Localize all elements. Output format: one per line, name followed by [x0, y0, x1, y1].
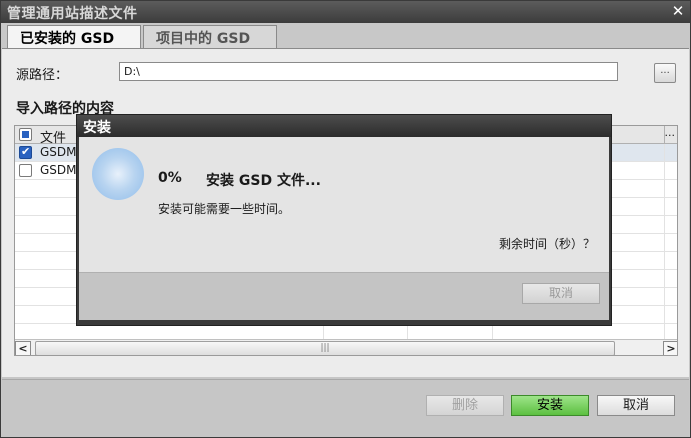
progress-dialog-actions: 取消: [79, 272, 609, 320]
progress-dialog-titlebar[interactable]: 安装: [77, 115, 611, 137]
progress-dialog-title: 安装: [83, 120, 111, 136]
progress-message: 安装 GSD 文件...: [206, 173, 321, 189]
gsd-manager-window: 管理通用站描述文件 ✕ 已安装的 GSD 项目中的 GSD 源路径： D:\ .…: [0, 0, 691, 438]
source-path-label: 源路径：: [16, 68, 69, 83]
progress-percent: 0%: [158, 170, 182, 186]
close-icon[interactable]: ✕: [668, 3, 688, 21]
scroll-thumb[interactable]: |||: [35, 341, 615, 355]
remaining-time: 剩余时间（秒）？: [498, 237, 595, 251]
scroll-right-icon[interactable]: >: [663, 341, 677, 355]
scroll-left-icon[interactable]: <: [15, 341, 31, 355]
title-bar[interactable]: 管理通用站描述文件 ✕: [1, 1, 690, 23]
busy-spinner-icon: [92, 148, 144, 200]
select-all-checkbox[interactable]: [19, 128, 32, 141]
file-name-cell: GSDM: [40, 163, 77, 177]
install-progress-dialog: 安装 0% 安装 GSD 文件... 安装可能需要一些时间。 剩余时间（秒）？ …: [76, 114, 612, 326]
progress-dialog-body: 0% 安装 GSD 文件... 安装可能需要一些时间。 剩余时间（秒）？: [79, 137, 609, 272]
progress-subtext: 安装可能需要一些时间。: [158, 202, 291, 216]
progress-cancel-button[interactable]: 取消: [522, 283, 600, 304]
tab-installed-gsd[interactable]: 已安装的 GSD: [7, 25, 141, 50]
column-gridline: [664, 144, 665, 344]
row-checkbox[interactable]: [19, 164, 32, 177]
row-checkbox[interactable]: [19, 145, 32, 159]
tab-project-gsd[interactable]: 项目中的 GSD: [143, 25, 277, 49]
file-name-cell: GSDM: [40, 145, 77, 159]
horizontal-scrollbar[interactable]: < ||| >: [15, 339, 677, 355]
browse-button[interactable]: ...: [654, 63, 676, 83]
source-path-input[interactable]: D:\: [119, 62, 618, 81]
delete-button[interactable]: 删除: [426, 395, 504, 416]
footer-divider: [2, 379, 689, 380]
cancel-button[interactable]: 取消: [597, 395, 675, 416]
column-more[interactable]: ...: [665, 126, 676, 139]
install-button[interactable]: 安装: [511, 395, 589, 416]
dialog-footer: 删除 安装 取消: [2, 377, 689, 437]
window-title: 管理通用站描述文件: [7, 6, 138, 22]
